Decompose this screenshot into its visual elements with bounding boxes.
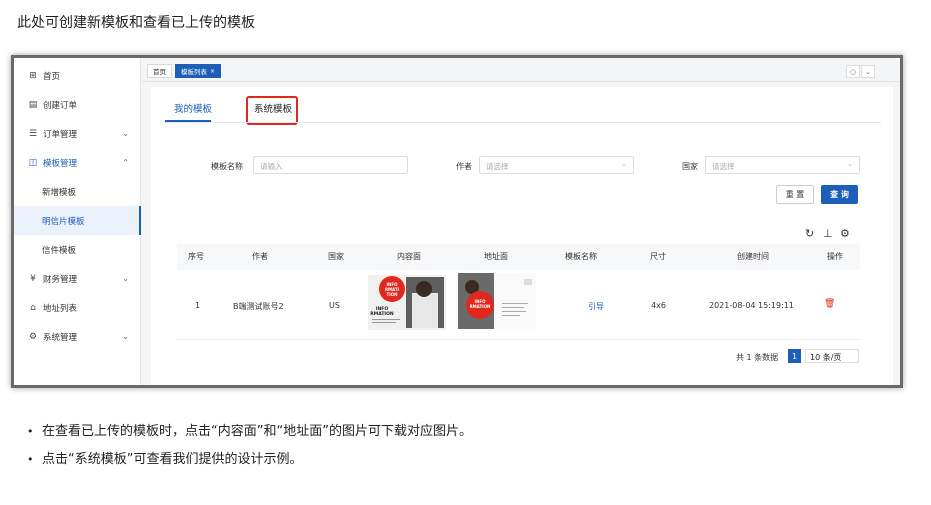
cell-template-name[interactable]: 引导 [588,301,604,312]
calendar-icon: ▤ [28,99,38,110]
tab-bar: 首页 模板列表 × ○ ⌄ [142,58,900,82]
sidebar-item-order-management[interactable]: ☰ 订单管理 ⌄ [14,119,141,148]
reset-button[interactable]: 重 置 [776,185,814,204]
cell-created: 2021-08-04 15:19:11 [709,301,794,310]
sidebar-item-home[interactable]: ⊞ 首页 [14,61,141,90]
home-icon: ⌂ [30,302,36,313]
svg-text:TION: TION [387,292,398,297]
chevron-down-icon: ⌄ [122,274,129,283]
chevron-down-icon: ⌄ [847,160,853,168]
tab-my-templates[interactable]: 我的模板 [174,101,212,115]
author-select[interactable]: 请选择 ⌄ [479,156,634,174]
settings-icon[interactable]: ⚙ [840,227,850,240]
sidebar-item-finance[interactable]: ¥ 财务管理 ⌄ [14,264,141,293]
cell-country: US [329,301,340,310]
chevron-down-icon[interactable]: ⌄ [861,65,875,78]
column-height-icon[interactable]: ⊥ [823,227,833,240]
sidebar-item-postcard-template[interactable]: 明信片模板 [14,206,141,235]
row-divider [177,339,860,340]
col-author: 作者 [252,252,268,261]
list-item: 在查看已上传的模板时，点击“内容面”和“地址面”的图片可下载对应图片。 [27,418,472,446]
sidebar-item-letter-template[interactable]: 信件模板 [14,235,141,264]
intro-text: 此处可创建新模板和查看已上传的模板 [17,15,255,31]
country-label: 国家 [682,162,698,171]
chevron-down-icon: ⌄ [122,332,129,341]
chevron-down-icon: ⌄ [621,160,627,168]
country-select[interactable]: 请选择 ⌄ [705,156,860,174]
svg-text:RMATION: RMATION [370,311,394,317]
pagination-total: 共 1 条数据 [736,353,779,362]
page-button[interactable]: 1 [788,349,801,363]
delete-icon[interactable]: 🗑 [824,299,835,309]
refresh-icon[interactable]: ↻ [805,227,814,240]
grid-icon: ⊞ [29,70,37,81]
sidebar: ⊞ 首页 ▤ 创建订单 ☰ 订单管理 ⌄ ◫ 模板管理 ⌃ 新增模板 明信片模板… [14,58,141,385]
tab-system-templates[interactable]: 系统模板 [254,101,292,115]
tag-template-list[interactable]: 模板列表 × [175,64,222,78]
chevron-down-icon: ⌄ [122,129,129,138]
app-screenshot: ⊞ 首页 ▤ 创建订单 ☰ 订单管理 ⌄ ◫ 模板管理 ⌃ 新增模板 明信片模板… [11,55,903,388]
cell-size: 4x6 [651,301,666,310]
divider [165,122,881,123]
col-size: 尺寸 [650,252,666,261]
page-size-select[interactable]: 10 条/页 [805,349,859,363]
cell-author: B端测试账号2 [233,302,284,311]
template-name-input[interactable]: 请输入 [253,156,408,174]
list-item: 点击“系统模板”可查看我们提供的设计示例。 [27,446,472,474]
col-template-name: 模板名称 [565,252,597,261]
back-image[interactable]: INFO RMATION [458,273,536,329]
tag-home[interactable]: 首页 [147,64,172,78]
query-button[interactable]: 查 询 [821,185,858,204]
instructions-list: 在查看已上传的模板时，点击“内容面”和“地址面”的图片可下载对应图片。 点击“系… [27,418,472,474]
main-panel: 我的模板 系统模板 模板名称 请输入 作者 请选择 ⌄ 国家 请选择 ⌄ 重 置… [151,87,893,385]
close-icon[interactable]: × [210,68,215,75]
col-country: 国家 [328,252,344,261]
col-actions: 操作 [827,252,843,261]
sidebar-item-new-template[interactable]: 新增模板 [14,177,141,206]
col-front: 内容面 [397,252,421,261]
name-label: 模板名称 [211,162,243,171]
svg-text:RMATION: RMATION [470,304,491,309]
cell-index: 1 [195,301,201,310]
sidebar-item-template-management[interactable]: ◫ 模板管理 ⌃ [14,148,141,177]
money-icon: ¥ [30,273,36,284]
sidebar-item-address-list[interactable]: ⌂ 地址列表 [14,293,141,322]
list-icon: ☰ [28,128,38,139]
chevron-up-icon: ⌃ [122,158,129,167]
gear-icon: ⚙ [28,331,38,342]
author-label: 作者 [456,162,472,171]
sidebar-item-system-management[interactable]: ⚙ 系统管理 ⌄ [14,322,141,351]
sidebar-item-create-order[interactable]: ▤ 创建订单 [14,90,141,119]
refresh-icon[interactable]: ○ [846,65,860,78]
col-back: 地址面 [484,252,508,261]
col-created: 创建时间 [737,252,769,261]
front-image[interactable]: INFO RMATI TION INFO RMATION [368,275,446,330]
template-icon: ◫ [28,157,38,168]
col-index: 序号 [188,252,204,261]
